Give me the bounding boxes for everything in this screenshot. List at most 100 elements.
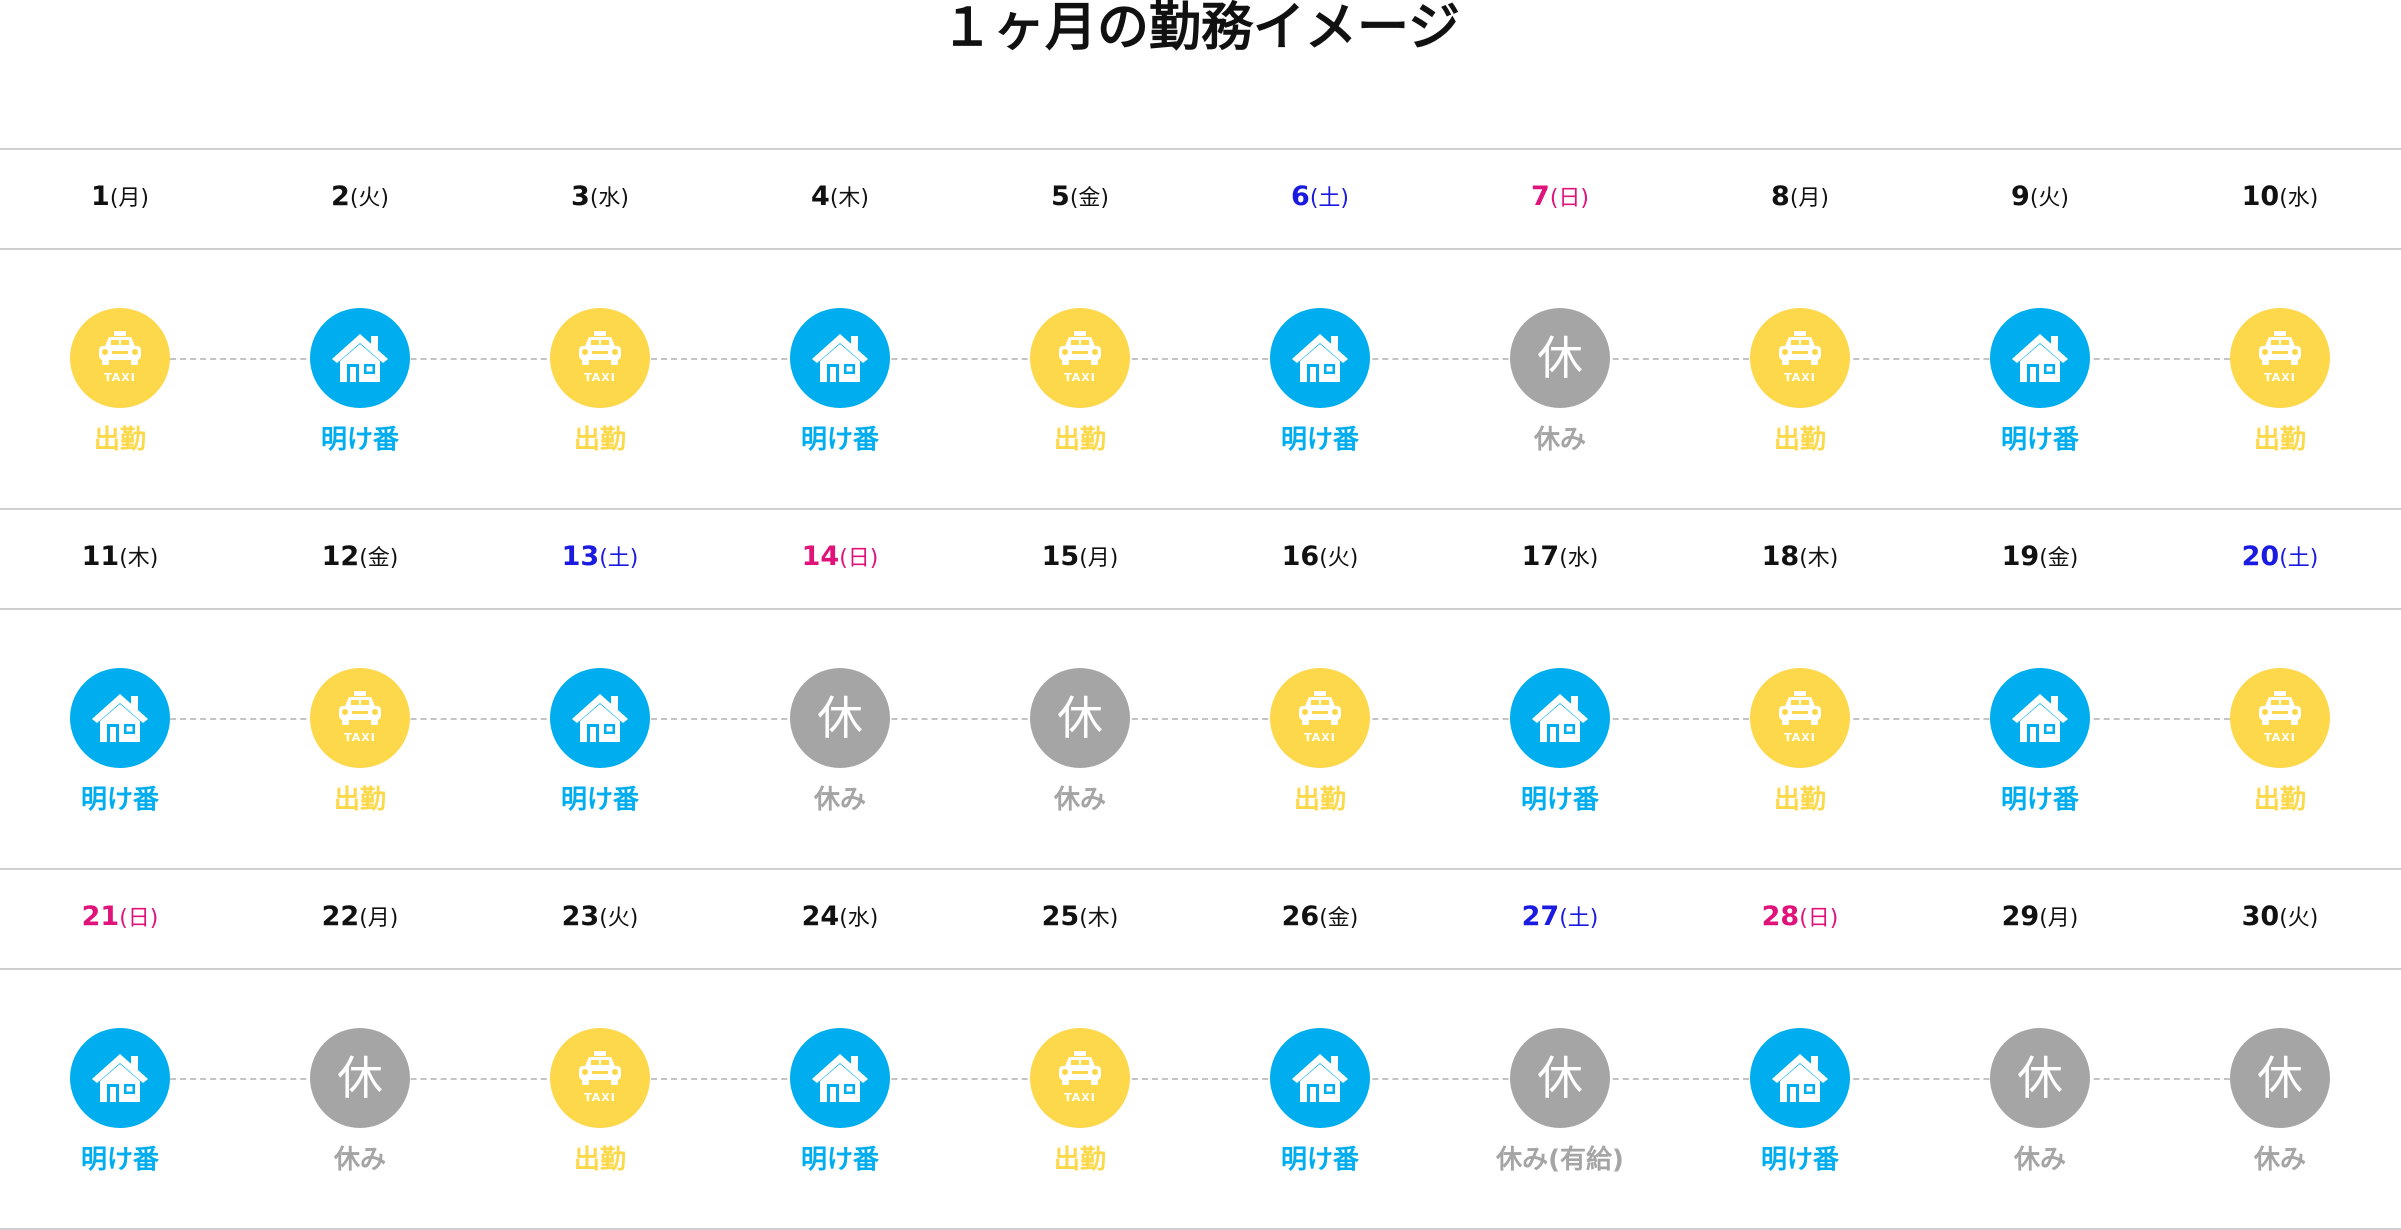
date-cell: 15(月) bbox=[960, 541, 1200, 575]
after-shift-status-icon bbox=[790, 308, 890, 408]
taxi-icon: TAXI bbox=[2259, 691, 2301, 744]
date-cell: 12(金) bbox=[240, 541, 480, 575]
date-number: 16 bbox=[1281, 541, 1320, 572]
taxi-sign-text: TAXI bbox=[1784, 371, 1816, 384]
taxi-icon: TAXI bbox=[1779, 331, 1821, 384]
after-shift-status-icon bbox=[550, 668, 650, 768]
date-cell: 3(水) bbox=[480, 181, 720, 215]
shift-label: 休み bbox=[1533, 425, 1586, 455]
day-of-week: (火) bbox=[2279, 906, 2319, 931]
shift-label: 出勤 bbox=[1773, 425, 1826, 455]
work-status-icon: TAXI bbox=[1750, 308, 1850, 408]
taxi-icon: TAXI bbox=[1059, 331, 1101, 384]
work-status-icon: TAXI bbox=[1030, 308, 1130, 408]
taxi-icon: TAXI bbox=[2259, 331, 2301, 384]
date-cell: 7(日) bbox=[1440, 181, 1680, 215]
day-of-week: (日) bbox=[839, 546, 879, 571]
shift-label: 出勤 bbox=[1053, 1145, 1106, 1175]
date-cell: 29(月) bbox=[1920, 901, 2160, 935]
taxi-sign-text: TAXI bbox=[584, 371, 616, 384]
day-of-week: (月) bbox=[1789, 186, 1829, 211]
after-shift-status-icon bbox=[70, 1028, 170, 1128]
shift-label: 明け番 bbox=[1760, 1145, 1839, 1175]
date-number: 4 bbox=[811, 181, 830, 212]
day-of-week: (月) bbox=[359, 906, 399, 931]
shift-label: 休み bbox=[813, 785, 866, 815]
row-divider bbox=[0, 968, 2401, 970]
day-of-week: (木) bbox=[1799, 546, 1839, 571]
after-shift-status-icon bbox=[1990, 308, 2090, 408]
date-number: 26 bbox=[1281, 901, 1320, 932]
date-number: 23 bbox=[561, 901, 600, 932]
day-of-week: (木) bbox=[1079, 906, 1119, 931]
date-number: 19 bbox=[2001, 541, 2040, 572]
date-cell: 14(日) bbox=[720, 541, 960, 575]
shift-label: 明け番 bbox=[320, 425, 399, 455]
taxi-icon: TAXI bbox=[1299, 691, 1341, 744]
taxi-sign-text: TAXI bbox=[1784, 731, 1816, 744]
house-icon bbox=[332, 334, 388, 382]
work-status-icon: TAXI bbox=[1750, 668, 1850, 768]
monthly-schedule-calendar: 1(月) TAXI 出勤 2(火) 明け番 3(水) TAXI 出勤 4(木) 明け番 5(金) TA… bbox=[0, 0, 2401, 1230]
date-cell: 9(火) bbox=[1920, 181, 2160, 215]
shift-label: 明け番 bbox=[80, 1145, 159, 1175]
day-off-status-icon: 休 bbox=[1510, 308, 1610, 408]
date-number: 12 bbox=[321, 541, 360, 572]
date-cell: 16(火) bbox=[1200, 541, 1440, 575]
shift-label: 明け番 bbox=[1280, 1145, 1359, 1175]
shift-label: 出勤 bbox=[1053, 425, 1106, 455]
date-cell: 26(金) bbox=[1200, 901, 1440, 935]
day-of-week: (日) bbox=[1549, 186, 1589, 211]
day-of-week: (土) bbox=[1309, 186, 1349, 211]
row-divider bbox=[0, 148, 2401, 150]
day-of-week: (金) bbox=[1069, 186, 1109, 211]
date-number: 3 bbox=[571, 181, 590, 212]
date-cell: 18(木) bbox=[1680, 541, 1920, 575]
day-of-week: (金) bbox=[359, 546, 399, 571]
day-of-week: (火) bbox=[599, 906, 639, 931]
house-icon bbox=[1772, 1054, 1828, 1102]
day-of-week: (水) bbox=[1559, 546, 1599, 571]
after-shift-status-icon bbox=[1270, 1028, 1370, 1128]
row-divider bbox=[0, 608, 2401, 610]
day-of-week: (月) bbox=[2039, 906, 2079, 931]
date-cell: 25(木) bbox=[960, 901, 1200, 935]
date-cell: 4(木) bbox=[720, 181, 960, 215]
date-number: 22 bbox=[321, 901, 360, 932]
date-number: 20 bbox=[2241, 541, 2280, 572]
after-shift-status-icon bbox=[1510, 668, 1610, 768]
day-of-week: (水) bbox=[839, 906, 879, 931]
shift-label: 明け番 bbox=[2000, 785, 2079, 815]
day-off-status-icon: 休 bbox=[2230, 1028, 2330, 1128]
day-of-week: (土) bbox=[2279, 546, 2319, 571]
work-status-icon: TAXI bbox=[310, 668, 410, 768]
date-cell: 23(火) bbox=[480, 901, 720, 935]
house-icon bbox=[1532, 694, 1588, 742]
date-cell: 19(金) bbox=[1920, 541, 2160, 575]
day-of-week: (火) bbox=[2029, 186, 2069, 211]
date-number: 11 bbox=[81, 541, 120, 572]
after-shift-status-icon bbox=[1990, 668, 2090, 768]
date-number: 5 bbox=[1051, 181, 1070, 212]
house-icon bbox=[92, 694, 148, 742]
house-icon bbox=[812, 334, 868, 382]
shift-label: 出勤 bbox=[333, 785, 386, 815]
date-number: 9 bbox=[2011, 181, 2030, 212]
dashed-connector bbox=[120, 358, 2280, 360]
day-of-week: (月) bbox=[1079, 546, 1119, 571]
row-divider bbox=[0, 248, 2401, 250]
date-cell: 6(土) bbox=[1200, 181, 1440, 215]
date-cell: 2(火) bbox=[240, 181, 480, 215]
after-shift-status-icon bbox=[310, 308, 410, 408]
shift-label: 休み bbox=[2253, 1145, 2306, 1175]
date-number: 17 bbox=[1521, 541, 1560, 572]
taxi-sign-text: TAXI bbox=[344, 731, 376, 744]
taxi-sign-text: TAXI bbox=[1304, 731, 1336, 744]
shift-label: 出勤 bbox=[1773, 785, 1826, 815]
house-icon bbox=[2012, 334, 2068, 382]
day-off-status-icon: 休 bbox=[310, 1028, 410, 1128]
date-number: 18 bbox=[1761, 541, 1800, 572]
day-of-week: (月) bbox=[109, 186, 149, 211]
date-number: 29 bbox=[2001, 901, 2040, 932]
shift-label: 出勤 bbox=[573, 425, 626, 455]
